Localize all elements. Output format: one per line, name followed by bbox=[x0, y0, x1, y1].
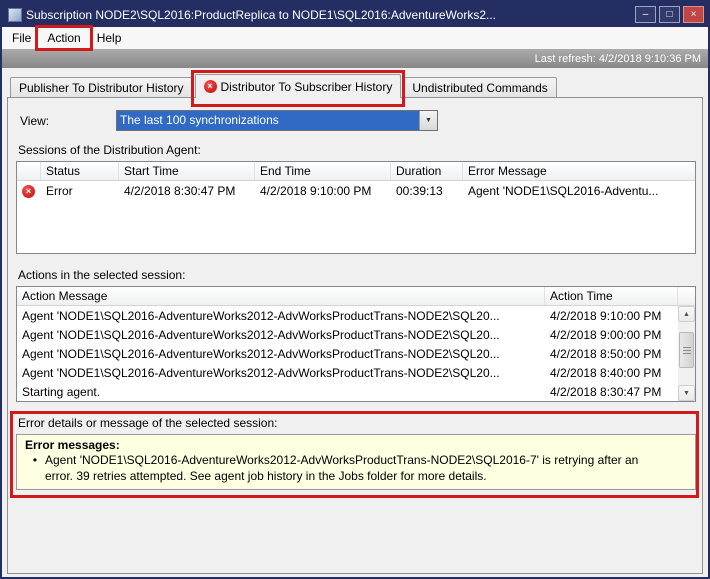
maximize-button[interactable]: □ bbox=[659, 6, 680, 23]
error-details-section: Error details or message of the selected… bbox=[16, 416, 694, 490]
menu-action-label: Action bbox=[47, 31, 80, 45]
error-details-label: Error details or message of the selected… bbox=[18, 416, 694, 430]
session-start-time: 4/2/2018 8:30:47 PM bbox=[119, 184, 255, 198]
view-row: View: The last 100 synchronizations ▼ bbox=[20, 110, 694, 131]
tab-label: Distributor To Subscriber History bbox=[221, 80, 393, 94]
view-combobox[interactable]: The last 100 synchronizations ▼ bbox=[116, 110, 438, 131]
scrollbar-track[interactable] bbox=[678, 368, 695, 385]
action-message: Agent 'NODE1\SQL2016-AdventureWorks2012-… bbox=[17, 309, 545, 323]
titlebar[interactable]: Subscription NODE2\SQL2016:ProductReplic… bbox=[2, 2, 708, 27]
sessions-table-body: × Error 4/2/2018 8:30:47 PM 4/2/2018 9:1… bbox=[17, 181, 695, 253]
header-stub bbox=[678, 287, 695, 305]
actions-rows: Agent 'NODE1\SQL2016-AdventureWorks2012-… bbox=[17, 306, 678, 401]
scroll-down-icon[interactable]: ▼ bbox=[678, 385, 695, 401]
window-controls: – □ × bbox=[635, 6, 704, 23]
column-header-status[interactable]: Status bbox=[41, 162, 119, 180]
action-time: 4/2/2018 8:50:00 PM bbox=[545, 347, 678, 361]
dropdown-arrow-icon[interactable]: ▼ bbox=[419, 111, 437, 130]
close-button[interactable]: × bbox=[683, 6, 704, 23]
column-header-end-time[interactable]: End Time bbox=[255, 162, 391, 180]
actions-label: Actions in the selected session: bbox=[18, 268, 694, 282]
bullet-icon: • bbox=[25, 453, 45, 484]
error-details-box: Error messages: • Agent 'NODE1\SQL2016-A… bbox=[16, 434, 696, 490]
minimize-button[interactable]: – bbox=[635, 6, 656, 23]
scroll-up-icon[interactable]: ▲ bbox=[678, 306, 695, 322]
action-message: Agent 'NODE1\SQL2016-AdventureWorks2012-… bbox=[17, 328, 545, 342]
action-time: 4/2/2018 9:10:00 PM bbox=[545, 309, 678, 323]
menu-help[interactable]: Help bbox=[89, 27, 130, 49]
actions-table: Action Message Action Time Agent 'NODE1\… bbox=[16, 286, 696, 402]
sessions-table: Status Start Time End Time Duration Erro… bbox=[16, 161, 696, 254]
action-message: Starting agent. bbox=[17, 385, 545, 399]
last-refresh-text: Last refresh: 4/2/2018 9:10:36 PM bbox=[535, 53, 701, 65]
column-header-action-message[interactable]: Action Message bbox=[17, 287, 545, 305]
tab-strip: Publisher To Distributor History × Distr… bbox=[10, 74, 708, 98]
action-time: 4/2/2018 9:00:00 PM bbox=[545, 328, 678, 342]
window-icon bbox=[8, 8, 22, 22]
action-time: 4/2/2018 8:30:47 PM bbox=[545, 385, 678, 399]
action-row[interactable]: Agent 'NODE1\SQL2016-AdventureWorks2012-… bbox=[17, 325, 678, 344]
action-row[interactable]: Starting agent. 4/2/2018 8:30:47 PM bbox=[17, 382, 678, 401]
action-message: Agent 'NODE1\SQL2016-AdventureWorks2012-… bbox=[17, 347, 545, 361]
view-label: View: bbox=[20, 114, 116, 128]
tab-publisher-to-distributor-history[interactable]: Publisher To Distributor History bbox=[10, 77, 193, 97]
session-row[interactable]: × Error 4/2/2018 8:30:47 PM 4/2/2018 9:1… bbox=[17, 181, 695, 200]
column-header-duration[interactable]: Duration bbox=[391, 162, 463, 180]
sessions-label: Sessions of the Distribution Agent: bbox=[18, 143, 694, 157]
window-title: Subscription NODE2\SQL2016:ProductReplic… bbox=[26, 7, 635, 22]
action-time: 4/2/2018 8:40:00 PM bbox=[545, 366, 678, 380]
refresh-strip: Last refresh: 4/2/2018 9:10:36 PM bbox=[2, 49, 708, 68]
tab-panel: View: The last 100 synchronizations ▼ Se… bbox=[7, 97, 703, 574]
error-message-item: • Agent 'NODE1\SQL2016-AdventureWorks201… bbox=[25, 453, 687, 484]
error-icon: × bbox=[22, 185, 35, 198]
error-icon: × bbox=[204, 80, 217, 93]
action-row[interactable]: Agent 'NODE1\SQL2016-AdventureWorks2012-… bbox=[17, 363, 678, 382]
menu-file[interactable]: File bbox=[4, 27, 39, 49]
sessions-table-header: Status Start Time End Time Duration Erro… bbox=[17, 162, 695, 181]
actions-table-body: Agent 'NODE1\SQL2016-AdventureWorks2012-… bbox=[17, 306, 695, 401]
scrollbar-thumb[interactable] bbox=[679, 332, 694, 368]
column-header-start-time[interactable]: Start Time bbox=[119, 162, 255, 180]
action-row[interactable]: Agent 'NODE1\SQL2016-AdventureWorks2012-… bbox=[17, 344, 678, 363]
tab-undistributed-commands[interactable]: Undistributed Commands bbox=[403, 77, 556, 97]
session-status: Error bbox=[41, 184, 119, 198]
session-end-time: 4/2/2018 9:10:00 PM bbox=[255, 184, 391, 198]
session-duration: 00:39:13 bbox=[391, 184, 463, 198]
vertical-scrollbar[interactable]: ▲ ▼ bbox=[678, 306, 695, 401]
action-message: Agent 'NODE1\SQL2016-AdventureWorks2012-… bbox=[17, 366, 545, 380]
view-combobox-value: The last 100 synchronizations bbox=[117, 111, 419, 130]
session-error-message: Agent 'NODE1\SQL2016-Adventu... bbox=[463, 184, 695, 198]
tab-label: Undistributed Commands bbox=[412, 81, 547, 95]
column-header-error-message[interactable]: Error Message bbox=[463, 162, 695, 180]
menu-action[interactable]: Action bbox=[39, 27, 88, 49]
error-message-text: Agent 'NODE1\SQL2016-AdventureWorks2012-… bbox=[45, 453, 687, 484]
menu-bar: File Action Help bbox=[2, 27, 708, 49]
action-row[interactable]: Agent 'NODE1\SQL2016-AdventureWorks2012-… bbox=[17, 306, 678, 325]
subscription-history-window: Subscription NODE2\SQL2016:ProductReplic… bbox=[0, 0, 710, 579]
tab-distributor-to-subscriber-history[interactable]: × Distributor To Subscriber History bbox=[195, 74, 402, 98]
column-header-action-time[interactable]: Action Time bbox=[545, 287, 678, 305]
error-messages-heading: Error messages: bbox=[25, 438, 687, 452]
scrollbar-grip-icon bbox=[683, 347, 691, 354]
column-header-icon[interactable] bbox=[17, 162, 41, 180]
session-status-icon-cell: × bbox=[17, 183, 41, 198]
tab-label: Publisher To Distributor History bbox=[19, 81, 184, 95]
actions-table-header: Action Message Action Time bbox=[17, 287, 695, 306]
